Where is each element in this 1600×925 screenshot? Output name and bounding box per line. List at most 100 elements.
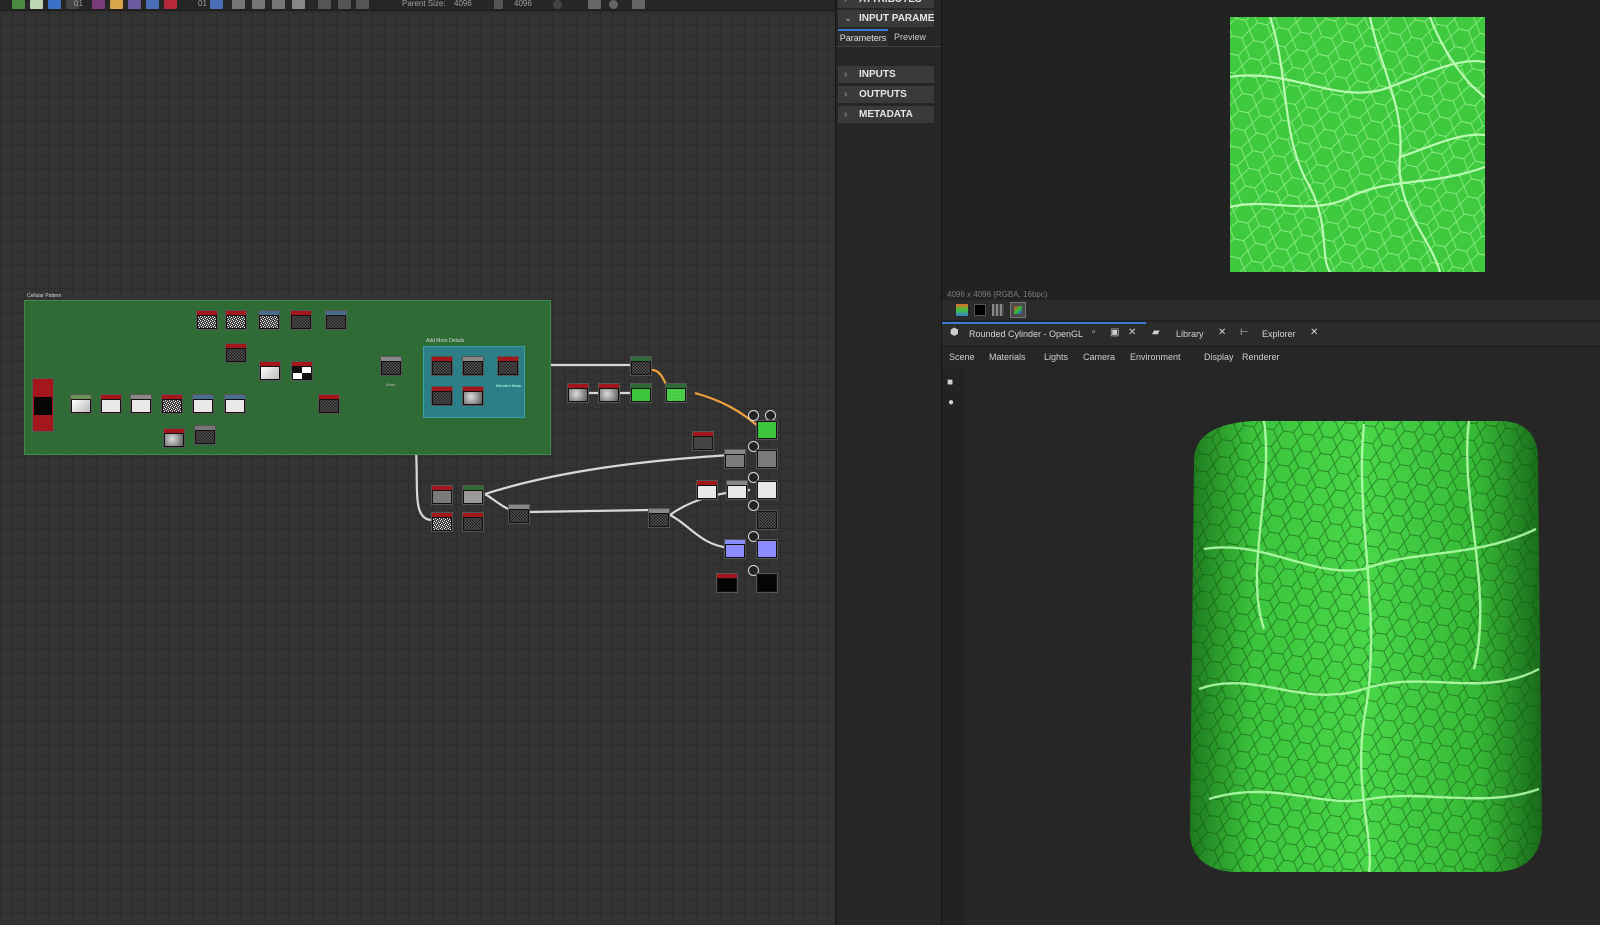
graph-node[interactable]	[508, 504, 530, 524]
normal-map-output-node[interactable]	[756, 539, 778, 559]
light-bulb-icon[interactable]: ●	[948, 397, 954, 408]
close-icon[interactable]: ✕	[1310, 327, 1318, 338]
color-view-inner	[1014, 306, 1022, 314]
input-node[interactable]	[32, 378, 54, 432]
channels-icon[interactable]	[992, 304, 1004, 316]
restore-icon[interactable]: ▫	[1092, 327, 1096, 338]
graph-node[interactable]	[291, 361, 313, 381]
layers-icon[interactable]	[956, 304, 968, 316]
graph-node[interactable]	[726, 480, 748, 500]
graph-node[interactable]	[630, 356, 652, 376]
viewport-side-toolbar: ■ ●	[942, 369, 964, 925]
tab-library[interactable]: Library	[1176, 329, 1204, 339]
graph-node[interactable]	[130, 394, 152, 414]
graph-node[interactable]	[224, 394, 246, 414]
graph-node[interactable]	[598, 383, 620, 403]
camera-icon[interactable]: ■	[947, 377, 953, 388]
chevron-right-icon: ›	[844, 109, 848, 120]
graph-node[interactable]	[431, 485, 453, 505]
maximize-icon[interactable]: ▣	[1110, 327, 1119, 338]
chevron-down-icon: ⌄	[844, 13, 853, 24]
folder-icon: ▰	[1152, 327, 1160, 338]
tab-preview[interactable]: Preview	[890, 29, 930, 45]
tab-explorer[interactable]: Explorer	[1262, 329, 1296, 339]
cube-icon: ⬢	[950, 327, 959, 338]
menu-lights[interactable]: Lights	[1044, 352, 1068, 362]
graph-node[interactable]	[161, 394, 183, 414]
mask-node[interactable]	[380, 356, 402, 376]
close-icon[interactable]: ✕	[1128, 327, 1136, 338]
graph-node[interactable]	[462, 386, 484, 406]
view2d-toolbar	[942, 300, 1600, 320]
divider	[836, 46, 941, 47]
close-icon[interactable]: ✕	[1218, 327, 1226, 338]
parameters-panel: › ATTRIBUTES ⌄ INPUT PARAME Parameters P…	[835, 0, 942, 925]
graph-node[interactable]	[567, 383, 589, 403]
menu-scene[interactable]: Scene	[949, 352, 975, 362]
graph-node[interactable]	[225, 310, 247, 330]
graph-node[interactable]	[290, 310, 312, 330]
graph-node[interactable]	[716, 573, 738, 593]
black-swatch-icon[interactable]	[974, 304, 986, 316]
graph-node[interactable]	[325, 310, 347, 330]
mask-node-label: Mask	[386, 382, 396, 387]
graph-node[interactable]	[431, 386, 453, 406]
texture-preview	[1230, 17, 1485, 272]
graph-node[interactable]	[696, 480, 718, 500]
menu-environment[interactable]: Environment	[1130, 352, 1181, 362]
graph-node[interactable]	[259, 361, 281, 381]
normal-output-node[interactable]	[756, 449, 778, 469]
menu-display[interactable]: Display	[1204, 352, 1234, 362]
wire	[484, 453, 731, 496]
cylinder-render	[1189, 420, 1542, 873]
graph-node[interactable]	[70, 394, 92, 414]
2d-view[interactable]: 4096 x 4096 (RGBA, 16bpc)	[942, 0, 1600, 322]
graph-node[interactable]	[462, 485, 484, 505]
graph-node[interactable]	[630, 383, 652, 403]
3d-view[interactable]: ⬢ Rounded Cylinder - OpenGL ▫ ▣ ✕ ▰ Libr…	[942, 322, 1600, 925]
tab-3d-view[interactable]: Rounded Cylinder - OpenGL	[969, 329, 1083, 339]
graph-node[interactable]	[462, 356, 484, 376]
graph-node[interactable]	[431, 512, 453, 532]
graph-node[interactable]	[163, 428, 185, 448]
graph-node[interactable]	[196, 310, 218, 330]
tree-icon: ⊢	[1240, 327, 1249, 338]
graph-node[interactable]	[258, 310, 280, 330]
graph-node[interactable]	[692, 431, 714, 451]
graph-node[interactable]	[462, 512, 484, 532]
menu-renderer[interactable]: Renderer	[1242, 352, 1280, 362]
graph-node[interactable]	[100, 394, 122, 414]
tab-parameters[interactable]: Parameters	[838, 29, 888, 47]
blended-mask-label: Blended Mask	[496, 383, 522, 388]
roughness-output-node[interactable]	[756, 480, 778, 500]
height-output-node[interactable]	[756, 510, 778, 530]
metadata-section[interactable]: › METADATA	[838, 106, 934, 123]
outputs-section[interactable]: › OUTPUTS	[838, 86, 934, 103]
input-parameters-section[interactable]: ⌄ INPUT PARAME	[838, 10, 934, 27]
menu-camera[interactable]: Camera	[1083, 352, 1115, 362]
graph-node[interactable]	[497, 356, 519, 376]
texture-status: 4096 x 4096 (RGBA, 16bpc)	[947, 290, 1048, 299]
graph-node[interactable]	[724, 539, 746, 559]
basecolor-output-node[interactable]	[756, 420, 778, 440]
inputs-section[interactable]: › INPUTS	[838, 66, 934, 83]
wire	[527, 508, 651, 514]
metallic-output-node[interactable]	[756, 573, 778, 593]
outputs-label: OUTPUTS	[859, 89, 907, 100]
node-wires	[58, 318, 761, 550]
graph-node[interactable]	[194, 425, 216, 445]
graph-node[interactable]	[665, 383, 687, 403]
menu-materials[interactable]: Materials	[989, 352, 1026, 362]
color-view-icon[interactable]	[1010, 302, 1026, 318]
graph-node[interactable]	[225, 343, 247, 363]
leaf-vein-texture	[1230, 17, 1485, 272]
graph-editor[interactable]: 01 01 Parent Size: 4096 4096 Cellular Pa…	[0, 0, 835, 925]
graph-node[interactable]	[648, 508, 670, 528]
frame-title: Add More Details	[426, 338, 465, 344]
graph-node[interactable]	[318, 394, 340, 414]
attributes-section[interactable]: › ATTRIBUTES	[838, 0, 934, 8]
graph-node[interactable]	[724, 449, 746, 469]
inputs-label: INPUTS	[859, 69, 896, 80]
graph-node[interactable]	[431, 356, 453, 376]
graph-node[interactable]	[192, 394, 214, 414]
